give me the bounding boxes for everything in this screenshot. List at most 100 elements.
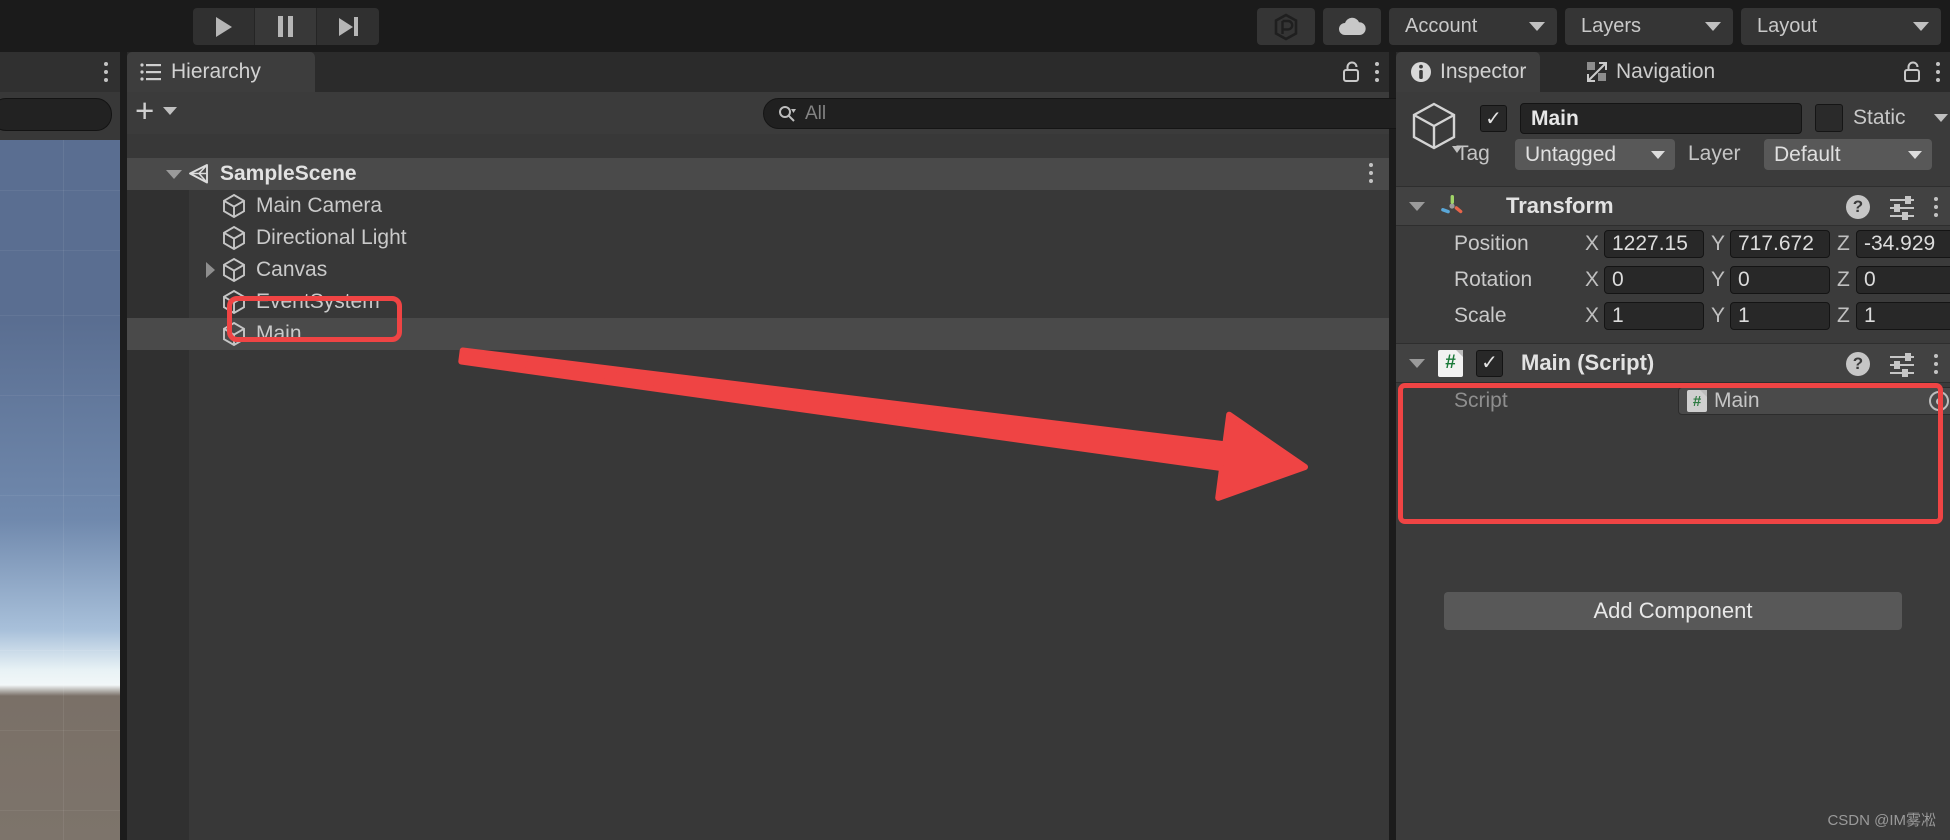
rotation-z-input[interactable]: 0 xyxy=(1856,266,1950,294)
add-gameobject-button[interactable]: + xyxy=(135,92,178,129)
chevron-down-icon xyxy=(1529,22,1545,31)
component-header-transform[interactable]: Transform ? xyxy=(1396,186,1950,226)
main-script-foldout-toggle[interactable] xyxy=(1396,358,1438,368)
axis-y-label: Y xyxy=(1711,232,1726,255)
preset-sliders-icon[interactable] xyxy=(1890,196,1914,220)
position-z-input[interactable]: -34.929 xyxy=(1856,230,1950,258)
hierarchy-row-label: Canvas xyxy=(256,258,328,281)
inspector-tab-actions xyxy=(1902,52,1940,92)
axis-z-label: Z xyxy=(1837,232,1850,255)
pause-button[interactable] xyxy=(255,8,317,45)
layout-label: Layout xyxy=(1757,15,1818,37)
hierarchy-row-main[interactable]: Main xyxy=(127,318,1389,350)
component-title-main-script: Main (Script) xyxy=(1521,350,1655,375)
position-y-input[interactable]: 717.672 xyxy=(1730,230,1830,258)
search-icon xyxy=(779,105,796,122)
hierarchy-row-label: Main Camera xyxy=(256,194,383,217)
kebab-menu-icon[interactable] xyxy=(1934,197,1938,217)
scene-search-input[interactable] xyxy=(0,98,112,131)
lock-open-icon[interactable] xyxy=(1341,61,1361,83)
inspector-tabbar: Inspector Navigation xyxy=(1396,52,1950,92)
layout-dropdown[interactable]: Layout xyxy=(1741,8,1941,45)
add-component-button[interactable]: Add Component xyxy=(1444,592,1902,630)
script-object-field[interactable]: # Main xyxy=(1678,387,1950,415)
gameobject-cube-icon xyxy=(221,193,247,219)
kebab-menu-icon[interactable] xyxy=(104,62,108,82)
gameobject-cube-icon xyxy=(221,289,247,315)
twisty-down[interactable] xyxy=(163,169,185,179)
kebab-menu-icon[interactable] xyxy=(1375,62,1379,82)
layer-label: Layer xyxy=(1688,142,1741,165)
main-script-header-actions: ? xyxy=(1846,344,1938,384)
plus-icon: + xyxy=(135,92,155,129)
lock-open-icon[interactable] xyxy=(1902,61,1922,83)
rotation-y-input[interactable]: 0 xyxy=(1730,266,1830,294)
hierarchy-row-label: SampleScene xyxy=(220,162,357,185)
tab-inspector-label: Inspector xyxy=(1440,60,1527,83)
inspector-object-header: ✓ Main Static Tag Untagged Layer Default xyxy=(1396,92,1950,172)
hierarchy-tree[interactable]: SampleScene Main Camera Directional Light C… xyxy=(127,134,1389,840)
position-x-input[interactable]: 1227.15 xyxy=(1604,230,1704,258)
hierarchy-row-directional-light[interactable]: Directional Light xyxy=(127,222,1389,254)
scale-y-input[interactable]: 1 xyxy=(1730,302,1830,330)
scale-z-input[interactable]: 1 xyxy=(1856,302,1950,330)
step-icon xyxy=(338,17,358,36)
script-field-row: Script # Main xyxy=(1396,385,1950,417)
hierarchy-row-samplescene[interactable]: SampleScene xyxy=(127,158,1389,190)
scene-grid-line xyxy=(0,395,120,396)
scale-x-input[interactable]: 1 xyxy=(1604,302,1704,330)
tab-hierarchy[interactable]: Hierarchy xyxy=(127,52,315,92)
scene-grid-line xyxy=(63,140,64,840)
main-script-enabled-checkbox[interactable]: ✓ xyxy=(1476,349,1503,377)
axis-z-label: Z xyxy=(1837,268,1850,291)
tab-navigation[interactable]: Navigation xyxy=(1572,52,1729,92)
plastic-scm-button[interactable] xyxy=(1257,8,1315,45)
rotation-x-input[interactable]: 0 xyxy=(1604,266,1704,294)
tag-label: Tag xyxy=(1456,142,1490,165)
gameobject-name-input[interactable]: Main xyxy=(1520,103,1802,134)
hierarchy-row-label: Directional Light xyxy=(256,226,407,249)
layers-dropdown[interactable]: Layers xyxy=(1565,8,1733,45)
scene-view-panel[interactable] xyxy=(0,52,120,840)
account-dropdown[interactable]: Account xyxy=(1389,8,1557,45)
plastic-scm-icon xyxy=(1274,13,1298,40)
hierarchy-row-canvas[interactable]: Canvas xyxy=(127,254,1389,286)
inspector-panel: Inspector Navigation ✓ Main Static Tag U… xyxy=(1396,52,1950,840)
object-picker-icon[interactable] xyxy=(1929,391,1949,411)
help-circle-icon[interactable]: ? xyxy=(1846,195,1870,219)
twisty-right[interactable] xyxy=(199,262,221,278)
account-label: Account xyxy=(1405,15,1478,37)
csharp-script-icon: # xyxy=(1438,349,1463,377)
static-checkbox[interactable] xyxy=(1815,104,1843,132)
kebab-menu-icon[interactable] xyxy=(1936,62,1940,82)
scene-viewport[interactable] xyxy=(0,140,120,840)
gameobject-enabled-checkbox[interactable]: ✓ xyxy=(1480,105,1507,132)
navigation-mesh-icon xyxy=(1587,62,1607,82)
tab-inspector[interactable]: Inspector xyxy=(1396,52,1541,92)
kebab-menu-icon[interactable] xyxy=(1934,354,1938,374)
tag-dropdown[interactable]: Untagged xyxy=(1515,139,1675,170)
tag-value: Untagged xyxy=(1525,142,1617,166)
hierarchy-row-eventsystem[interactable]: EventSystem xyxy=(127,286,1389,318)
toolbar-right-group: Account Layers Layout xyxy=(1257,8,1941,45)
static-dropdown-chevron-icon[interactable] xyxy=(1934,114,1948,122)
hierarchy-search-input[interactable]: All xyxy=(763,98,1506,129)
scene-horizon-line xyxy=(0,650,120,651)
help-circle-icon[interactable]: ? xyxy=(1846,352,1870,376)
step-button[interactable] xyxy=(317,8,379,45)
component-header-main-script[interactable]: # ✓ Main (Script) ? xyxy=(1396,343,1950,383)
gameobject-cube-icon xyxy=(221,257,247,283)
csharp-script-icon: # xyxy=(1687,390,1707,412)
transform-foldout-toggle[interactable] xyxy=(1396,201,1438,211)
scene-grid-line xyxy=(0,730,120,731)
hierarchy-row-main-camera[interactable]: Main Camera xyxy=(127,190,1389,222)
preset-sliders-icon[interactable] xyxy=(1890,353,1914,377)
layer-dropdown[interactable]: Default xyxy=(1764,139,1932,170)
kebab-menu-icon[interactable] xyxy=(1369,163,1373,183)
cloud-button[interactable] xyxy=(1323,8,1381,45)
playback-controls xyxy=(193,8,379,45)
transform-row-rotation: Rotation X 0 Y 0 Z 0 xyxy=(1396,264,1950,296)
play-button[interactable] xyxy=(193,8,255,45)
transform-row-position: Position X 1227.15 Y 717.672 Z -34.929 xyxy=(1396,228,1950,260)
axis-x-label: X xyxy=(1585,304,1600,327)
